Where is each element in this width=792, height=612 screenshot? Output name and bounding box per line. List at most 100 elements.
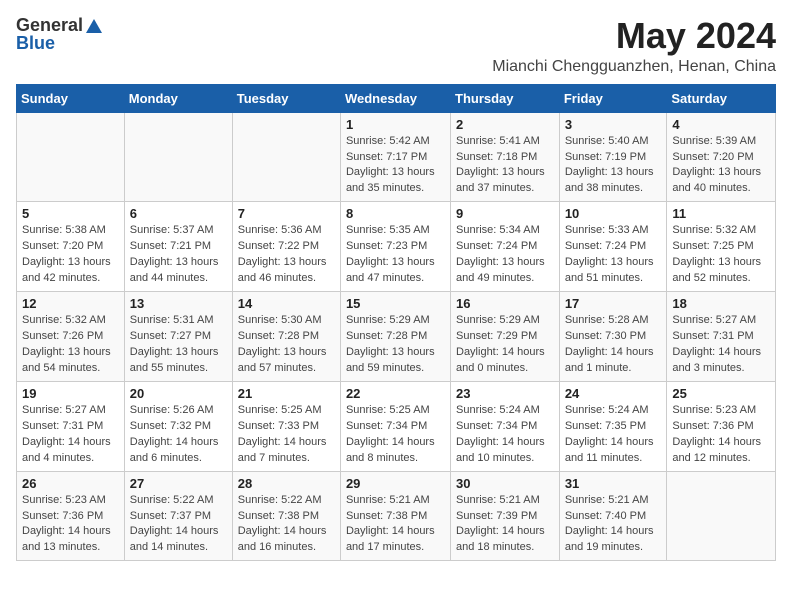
calendar-cell: 19 Sunrise: 5:27 AM Sunset: 7:31 PM Dayli… [17,381,125,471]
day-of-week-header: Sunday [17,84,125,112]
calendar-cell: 1 Sunrise: 5:42 AM Sunset: 7:17 PM Daylig… [340,112,450,202]
calendar-cell [667,471,776,561]
day-detail: Sunrise: 5:25 AM Sunset: 7:33 PM Dayligh… [238,403,335,467]
day-detail: Sunrise: 5:27 AM Sunset: 7:31 PM Dayligh… [672,313,770,377]
day-number: 1 [346,117,445,132]
day-detail: Sunrise: 5:32 AM Sunset: 7:26 PM Dayligh… [22,313,119,377]
page-header: General Blue May 2024 Mianchi Chengguanz… [16,16,776,76]
day-number: 4 [672,117,770,132]
day-detail: Sunrise: 5:21 AM Sunset: 7:38 PM Dayligh… [346,493,445,557]
day-detail: Sunrise: 5:23 AM Sunset: 7:36 PM Dayligh… [22,493,119,557]
day-of-week-header: Saturday [667,84,776,112]
calendar-cell: 14 Sunrise: 5:30 AM Sunset: 7:28 PM Dayli… [232,292,340,382]
day-number: 30 [456,476,554,491]
day-number: 6 [130,206,227,221]
day-of-week-header: Wednesday [340,84,450,112]
day-number: 10 [565,206,662,221]
day-of-week-header: Friday [559,84,667,112]
calendar-cell: 11 Sunrise: 5:32 AM Sunset: 7:25 PM Dayli… [667,202,776,292]
calendar-cell: 26 Sunrise: 5:23 AM Sunset: 7:36 PM Dayli… [17,471,125,561]
day-detail: Sunrise: 5:22 AM Sunset: 7:38 PM Dayligh… [238,493,335,557]
day-number: 18 [672,296,770,311]
day-number: 9 [456,206,554,221]
calendar-cell: 13 Sunrise: 5:31 AM Sunset: 7:27 PM Dayli… [124,292,232,382]
calendar-cell: 28 Sunrise: 5:22 AM Sunset: 7:38 PM Dayli… [232,471,340,561]
calendar-cell: 2Sunrise: 5:41 AM Sunset: 7:18 PM Daylig… [451,112,560,202]
day-number: 26 [22,476,119,491]
day-detail: Sunrise: 5:30 AM Sunset: 7:28 PM Dayligh… [238,313,335,377]
day-detail: Sunrise: 5:37 AM Sunset: 7:21 PM Dayligh… [130,223,227,287]
calendar-cell: 15Sunrise: 5:29 AM Sunset: 7:28 PM Dayli… [340,292,450,382]
calendar-header-row: SundayMondayTuesdayWednesdayThursdayFrid… [17,84,776,112]
day-number: 17 [565,296,662,311]
calendar-cell: 31Sunrise: 5:21 AM Sunset: 7:40 PM Dayli… [559,471,667,561]
day-of-week-header: Thursday [451,84,560,112]
day-number: 24 [565,386,662,401]
day-of-week-header: Tuesday [232,84,340,112]
day-detail: Sunrise: 5:35 AM Sunset: 7:23 PM Dayligh… [346,223,445,287]
day-detail: Sunrise: 5:42 AM Sunset: 7:17 PM Dayligh… [346,134,445,198]
calendar-cell: 16 Sunrise: 5:29 AM Sunset: 7:29 PM Dayli… [451,292,560,382]
calendar-week-row: 5Sunrise: 5:38 AM Sunset: 7:20 PM Daylig… [17,202,776,292]
day-detail: Sunrise: 5:23 AM Sunset: 7:36 PM Dayligh… [672,403,770,467]
day-detail: Sunrise: 5:21 AM Sunset: 7:39 PM Dayligh… [456,493,554,557]
calendar-cell: 18 Sunrise: 5:27 AM Sunset: 7:31 PM Dayli… [667,292,776,382]
calendar-cell: 27Sunrise: 5:22 AM Sunset: 7:37 PM Dayli… [124,471,232,561]
day-number: 7 [238,206,335,221]
day-detail: Sunrise: 5:40 AM Sunset: 7:19 PM Dayligh… [565,134,662,198]
day-detail: Sunrise: 5:24 AM Sunset: 7:34 PM Dayligh… [456,403,554,467]
day-detail: Sunrise: 5:25 AM Sunset: 7:34 PM Dayligh… [346,403,445,467]
day-number: 19 [22,386,119,401]
calendar-cell: 17 Sunrise: 5:28 AM Sunset: 7:30 PM Dayli… [559,292,667,382]
month-title: May 2024 [492,16,776,56]
calendar-cell: 30 Sunrise: 5:21 AM Sunset: 7:39 PM Dayli… [451,471,560,561]
day-number: 27 [130,476,227,491]
calendar-cell: 9 Sunrise: 5:34 AM Sunset: 7:24 PM Daylig… [451,202,560,292]
day-number: 28 [238,476,335,491]
day-number: 12 [22,296,119,311]
day-detail: Sunrise: 5:39 AM Sunset: 7:20 PM Dayligh… [672,134,770,198]
day-detail: Sunrise: 5:36 AM Sunset: 7:22 PM Dayligh… [238,223,335,287]
calendar-week-row: 12 Sunrise: 5:32 AM Sunset: 7:26 PM Dayli… [17,292,776,382]
day-number: 14 [238,296,335,311]
day-number: 22 [346,386,445,401]
day-number: 11 [672,206,770,221]
day-detail: Sunrise: 5:32 AM Sunset: 7:25 PM Dayligh… [672,223,770,287]
day-number: 25 [672,386,770,401]
day-number: 16 [456,296,554,311]
day-detail: Sunrise: 5:29 AM Sunset: 7:29 PM Dayligh… [456,313,554,377]
day-detail: Sunrise: 5:27 AM Sunset: 7:31 PM Dayligh… [22,403,119,467]
logo: General Blue [16,16,103,54]
day-detail: Sunrise: 5:38 AM Sunset: 7:20 PM Dayligh… [22,223,119,287]
day-detail: Sunrise: 5:34 AM Sunset: 7:24 PM Dayligh… [456,223,554,287]
calendar-week-row: 26 Sunrise: 5:23 AM Sunset: 7:36 PM Dayli… [17,471,776,561]
day-number: 13 [130,296,227,311]
title-block: May 2024 Mianchi Chengguanzhen, Henan, C… [492,16,776,76]
day-of-week-header: Monday [124,84,232,112]
calendar-week-row: 1 Sunrise: 5:42 AM Sunset: 7:17 PM Daylig… [17,112,776,202]
calendar-cell: 21 Sunrise: 5:25 AM Sunset: 7:33 PM Dayli… [232,381,340,471]
day-detail: Sunrise: 5:28 AM Sunset: 7:30 PM Dayligh… [565,313,662,377]
day-detail: Sunrise: 5:26 AM Sunset: 7:32 PM Dayligh… [130,403,227,467]
calendar-cell [124,112,232,202]
calendar-cell: 10 Sunrise: 5:33 AM Sunset: 7:24 PM Dayli… [559,202,667,292]
day-detail: Sunrise: 5:33 AM Sunset: 7:24 PM Dayligh… [565,223,662,287]
calendar-cell: 20 Sunrise: 5:26 AM Sunset: 7:32 PM Dayli… [124,381,232,471]
day-number: 23 [456,386,554,401]
calendar-cell: 25 Sunrise: 5:23 AM Sunset: 7:36 PM Dayli… [667,381,776,471]
location-title: Mianchi Chengguanzhen, Henan, China [492,58,776,76]
logo-triangle-icon [85,17,103,35]
day-number: 20 [130,386,227,401]
day-number: 21 [238,386,335,401]
day-number: 8 [346,206,445,221]
logo-blue-text: Blue [16,34,103,54]
day-detail: Sunrise: 5:21 AM Sunset: 7:40 PM Dayligh… [565,493,662,557]
day-detail: Sunrise: 5:31 AM Sunset: 7:27 PM Dayligh… [130,313,227,377]
calendar-cell: 4 Sunrise: 5:39 AM Sunset: 7:20 PM Daylig… [667,112,776,202]
day-number: 2 [456,117,554,132]
day-number: 29 [346,476,445,491]
day-detail: Sunrise: 5:24 AM Sunset: 7:35 PM Dayligh… [565,403,662,467]
calendar-cell: 12 Sunrise: 5:32 AM Sunset: 7:26 PM Dayli… [17,292,125,382]
day-detail: Sunrise: 5:29 AM Sunset: 7:28 PM Dayligh… [346,313,445,377]
calendar-cell: 6 Sunrise: 5:37 AM Sunset: 7:21 PM Daylig… [124,202,232,292]
